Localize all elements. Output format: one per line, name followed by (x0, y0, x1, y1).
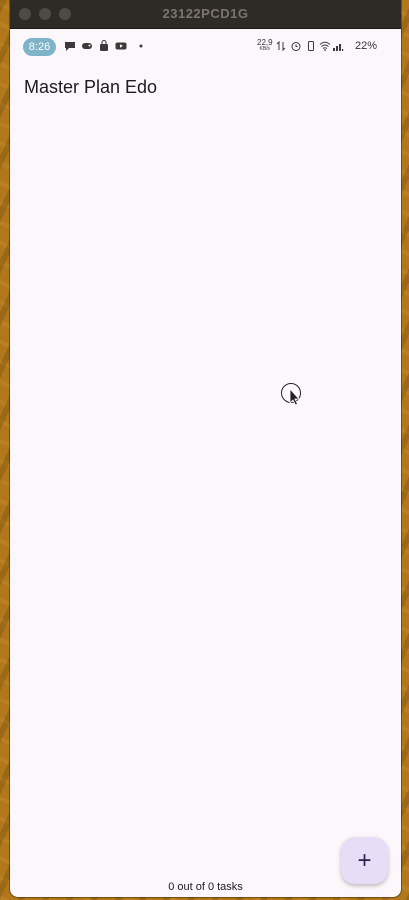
status-time: 8:26 (23, 38, 56, 56)
network-speed-value: 22,9 (257, 38, 273, 47)
plus-icon: + (357, 846, 372, 874)
emulator-window: 23122PCD1G 8:26 22,9 KB/s 22% Master Pla… (10, 0, 401, 897)
vibrate-icon (308, 41, 314, 51)
youtube-icon (115, 42, 127, 50)
alarm-icon (291, 42, 301, 51)
signal-icon (333, 44, 344, 51)
window-titlebar: 23122PCD1G (10, 0, 401, 29)
wifi-icon (319, 41, 331, 51)
game-icon (82, 43, 92, 49)
window-title: 23122PCD1G (162, 6, 249, 21)
battery-level: 22% (355, 40, 378, 52)
network-speed: 22,9 KB/s (257, 38, 273, 53)
status-bar: 8:26 22,9 KB/s 22% (10, 28, 401, 64)
data-arrows-icon (276, 40, 286, 52)
add-task-button[interactable]: + (341, 837, 388, 884)
mouse-cursor-icon (281, 383, 301, 406)
app-bar-title: Master Plan Edo (24, 77, 158, 97)
chat-icon (65, 42, 75, 51)
task-count-footer: 0 out of 0 tasks (168, 881, 243, 893)
dot-icon (139, 44, 143, 48)
shopping-bag-icon (100, 40, 108, 51)
